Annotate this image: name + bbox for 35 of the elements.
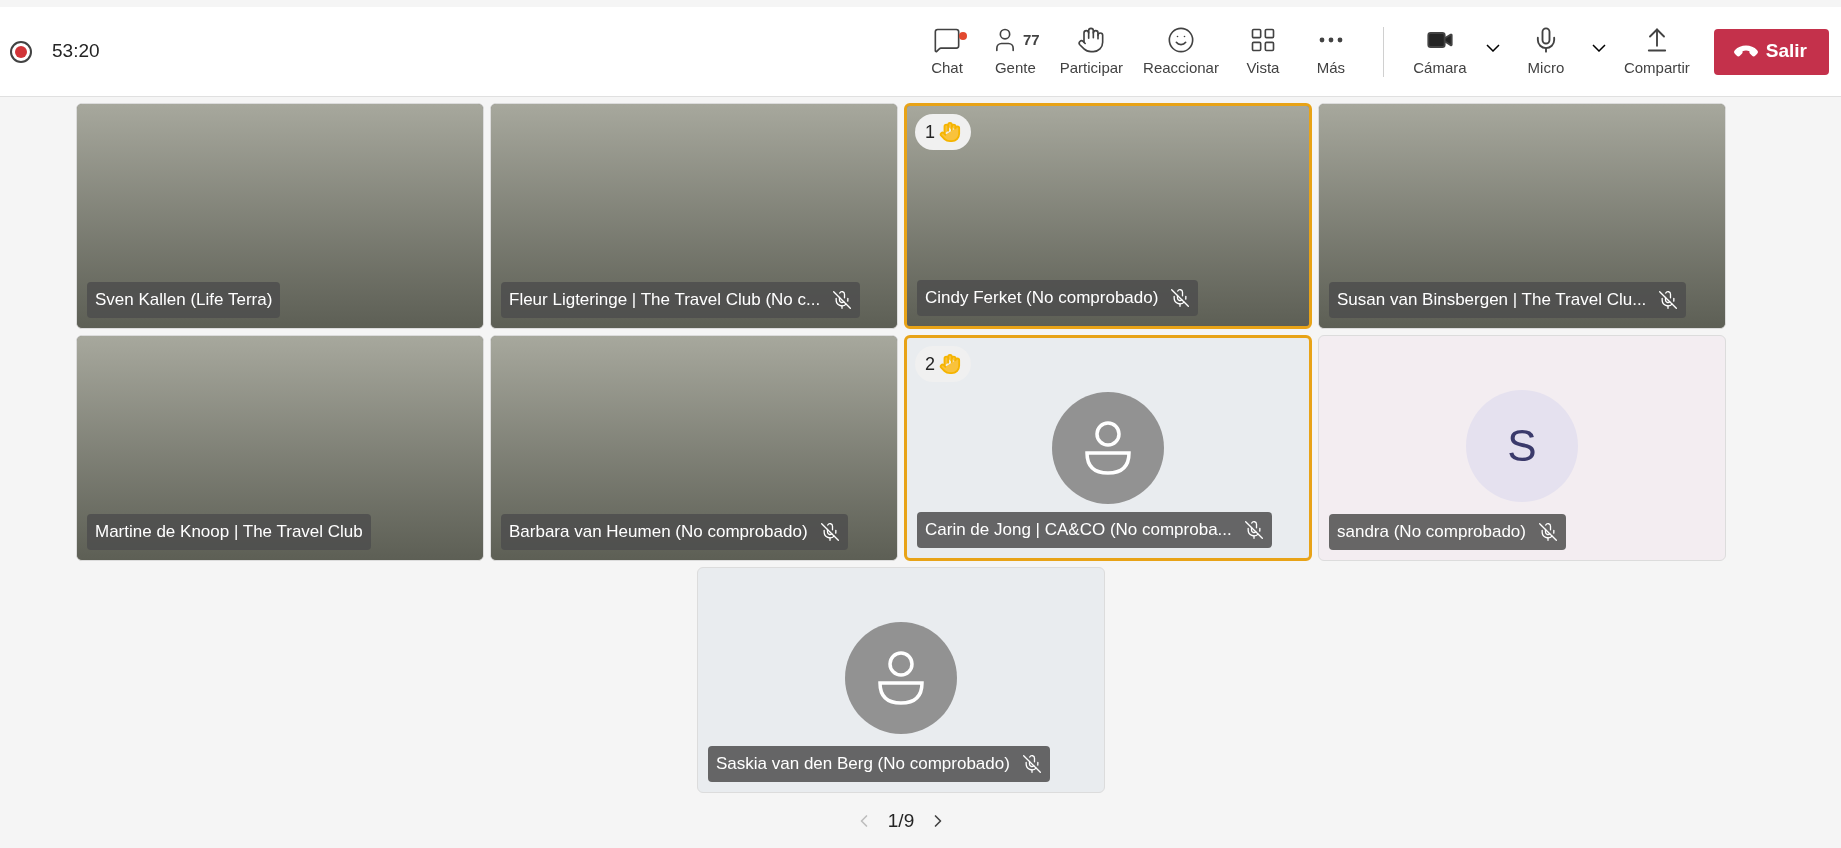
device-button[interactable]: Cámara bbox=[1403, 11, 1476, 92]
hand-icon bbox=[1077, 26, 1106, 55]
avatar: S bbox=[1466, 390, 1578, 502]
leave-button[interactable]: Salir bbox=[1713, 28, 1829, 75]
participant-name: Barbara van Heumen (No comprobado) bbox=[509, 521, 808, 544]
more-icon bbox=[1318, 37, 1343, 44]
chat-icon bbox=[933, 26, 961, 55]
hand-icon bbox=[939, 353, 961, 375]
participant-name: Susan van Binsbergen | The Travel Clu... bbox=[1337, 289, 1647, 312]
device-button[interactable]: Compartir bbox=[1615, 11, 1698, 92]
smiley-icon bbox=[1167, 26, 1195, 55]
participant-name: Martine de Knoop | The Travel Club bbox=[95, 521, 363, 544]
device-button[interactable]: Micro bbox=[1509, 11, 1582, 92]
participant-name: Sven Kallen (Life Terra) bbox=[95, 289, 273, 312]
participant-name: sandra (No comprobado) bbox=[1337, 521, 1526, 544]
person-icon bbox=[876, 650, 926, 706]
meeting-timer: 53:20 bbox=[52, 39, 100, 64]
participant-name: Fleur Ligteringe | The Travel Club (No c... bbox=[509, 289, 821, 312]
toolbar-button[interactable]: 77 Gente bbox=[983, 11, 1048, 92]
recording-icon bbox=[10, 40, 32, 63]
person-icon bbox=[1083, 420, 1133, 476]
participant-name: Cindy Ferket (No comprobado) bbox=[925, 287, 1159, 310]
toolbar-button[interactable]: Reaccionar bbox=[1135, 11, 1227, 92]
participant-name: Carin de Jong | CA&CO (No comproba... bbox=[925, 519, 1232, 542]
toolbar-button[interactable]: Más bbox=[1298, 11, 1363, 92]
chevron-down-icon bbox=[1591, 43, 1606, 52]
page-indicator: 1/9 bbox=[887, 809, 915, 833]
people-count: 77 bbox=[1023, 30, 1040, 50]
raised-hand-badge: 2 bbox=[915, 346, 971, 382]
toolbar-button[interactable]: Chat bbox=[915, 11, 979, 92]
chevron-down-icon bbox=[1485, 43, 1500, 52]
toolbar-button[interactable]: Vista bbox=[1230, 11, 1295, 92]
hand-icon bbox=[939, 121, 961, 143]
toolbar-button[interactable]: Participar bbox=[1051, 11, 1132, 92]
participant-name: Saskia van den Berg (No comprobado) bbox=[716, 753, 1010, 776]
